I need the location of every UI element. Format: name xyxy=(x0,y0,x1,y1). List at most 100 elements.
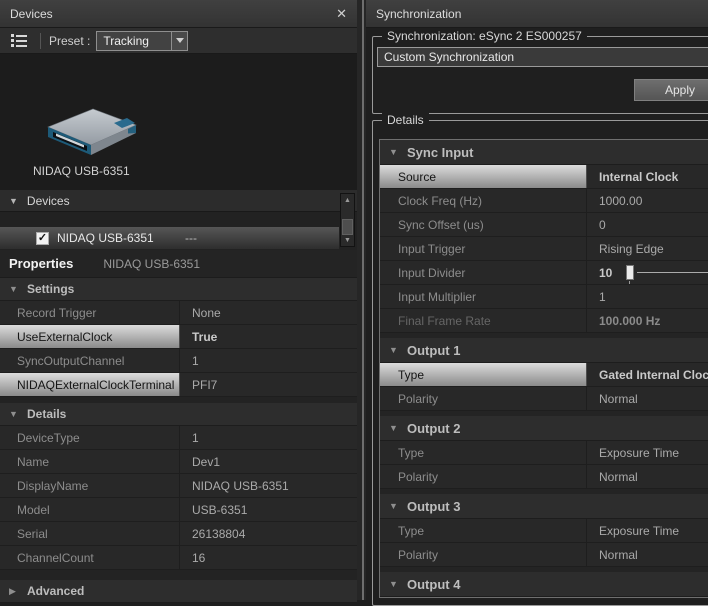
property-label-displayname[interactable]: DisplayName xyxy=(0,474,180,497)
scroll-down-button[interactable]: ▼ xyxy=(341,234,354,246)
apply-button[interactable]: Apply xyxy=(634,79,708,101)
input-divider-slider[interactable] xyxy=(626,261,708,284)
property-row-serial[interactable]: Serial 26138804 xyxy=(0,522,357,546)
property-value-polarity[interactable]: Normal xyxy=(587,387,708,410)
devices-list-scrollbar[interactable]: ▲ ▼ xyxy=(340,193,355,247)
property-value-polarity[interactable]: Normal xyxy=(587,543,708,566)
property-row-displayname[interactable]: DisplayNameNIDAQ USB-6351 xyxy=(0,474,357,498)
property-label-useexternalclock[interactable]: UseExternalClock xyxy=(0,325,180,348)
device-list-body: ✓ NIDAQ USB-6351 --- xyxy=(0,212,357,250)
property-row-input-multiplier[interactable]: Input Multiplier1 xyxy=(380,285,708,309)
preset-dropdown[interactable]: Tracking xyxy=(96,31,188,51)
property-row-record-trigger[interactable]: Record TriggerNone xyxy=(0,301,357,325)
property-row-final-frame-rate[interactable]: Final Frame Rate100.000 Hz xyxy=(380,309,708,333)
device-enabled-checkbox[interactable]: ✓ xyxy=(36,232,49,245)
property-value-type[interactable]: Exposure Time xyxy=(587,519,708,542)
property-label-devicetype[interactable]: DeviceType xyxy=(0,426,180,449)
property-label-model[interactable]: Model xyxy=(0,498,180,521)
section-header-output-3[interactable]: ▼Output 3 xyxy=(380,494,708,519)
property-row-polarity[interactable]: PolarityNormal xyxy=(380,543,708,567)
device-list-view-button[interactable] xyxy=(6,31,32,51)
property-label-final-frame-rate[interactable]: Final Frame Rate xyxy=(380,309,587,332)
property-value-text: Gated Internal Clock xyxy=(599,368,708,382)
section-output-2: ▼Output 2TypeExposure TimePolarityNormal xyxy=(380,416,708,489)
property-row-devicetype[interactable]: DeviceType1 xyxy=(0,426,357,450)
property-value-type[interactable]: Gated Internal Clock xyxy=(587,363,708,386)
property-label-record-trigger[interactable]: Record Trigger xyxy=(0,301,180,324)
property-label-sync-offset-us[interactable]: Sync Offset (us) xyxy=(380,213,587,236)
chevron-down-icon[interactable] xyxy=(171,32,187,50)
property-row-useexternalclock[interactable]: UseExternalClockTrue xyxy=(0,325,357,349)
property-row-polarity[interactable]: PolarityNormal xyxy=(380,465,708,489)
property-label-serial[interactable]: Serial xyxy=(0,522,180,545)
slider-handle[interactable] xyxy=(626,265,634,280)
property-value-syncoutputchannel[interactable]: 1 xyxy=(180,349,357,372)
panel-splitter[interactable] xyxy=(357,0,366,600)
property-row-channelcount[interactable]: ChannelCount16 xyxy=(0,546,357,570)
property-row-sync-offset-us[interactable]: Sync Offset (us)0 xyxy=(380,213,708,237)
property-value-input-trigger[interactable]: Rising Edge xyxy=(587,237,708,260)
property-label-polarity[interactable]: Polarity xyxy=(380,387,587,410)
property-label-channelcount[interactable]: ChannelCount xyxy=(0,546,180,569)
property-value-nidaqexternalclockterminal[interactable]: PFI7 xyxy=(180,373,357,396)
section-header-output-4[interactable]: ▼Output 4 xyxy=(380,572,708,597)
section-header-output-1[interactable]: ▼Output 1 xyxy=(380,338,708,363)
property-value-devicetype[interactable]: 1 xyxy=(180,426,357,449)
property-label-nidaqexternalclockterminal[interactable]: NIDAQExternalClockTerminal xyxy=(0,373,180,396)
property-row-nidaqexternalclockterminal[interactable]: NIDAQExternalClockTerminalPFI7 xyxy=(0,373,357,397)
property-label-input-trigger[interactable]: Input Trigger xyxy=(380,237,587,260)
property-row-clock-freq-hz[interactable]: Clock Freq (Hz)1000.00 xyxy=(380,189,708,213)
device-list-group-header[interactable]: ▼ Devices xyxy=(0,190,357,212)
property-value-input-multiplier[interactable]: 1 xyxy=(587,285,708,308)
property-label-source[interactable]: Source xyxy=(380,165,587,188)
property-row-polarity[interactable]: PolarityNormal xyxy=(380,387,708,411)
property-label-type[interactable]: Type xyxy=(380,519,587,542)
property-label-input-multiplier[interactable]: Input Multiplier xyxy=(380,285,587,308)
devices-panel-title: Devices xyxy=(10,7,53,21)
property-value-text: USB-6351 xyxy=(192,503,247,517)
property-label-type[interactable]: Type xyxy=(380,441,587,464)
sync-type-dropdown[interactable]: Custom Synchronization xyxy=(377,47,708,67)
property-row-type[interactable]: TypeExposure Time xyxy=(380,441,708,465)
property-row-input-divider[interactable]: Input Divider10 xyxy=(380,261,708,285)
property-label-name[interactable]: Name xyxy=(0,450,180,473)
property-value-model[interactable]: USB-6351 xyxy=(180,498,357,521)
property-value-source[interactable]: Internal Clock xyxy=(587,165,708,188)
details-groupbox-legend: Details xyxy=(382,113,429,127)
property-value-text: Exposure Time xyxy=(599,524,679,538)
property-label-polarity[interactable]: Polarity xyxy=(380,543,587,566)
property-value-serial[interactable]: 26138804 xyxy=(180,522,357,545)
property-value-input-divider[interactable]: 10 xyxy=(587,261,708,284)
property-value-sync-offset-us[interactable]: 0 xyxy=(587,213,708,236)
property-row-source[interactable]: SourceInternal Clock xyxy=(380,165,708,189)
section-header-settings[interactable]: ▼Settings xyxy=(0,278,357,301)
device-list-row[interactable]: ✓ NIDAQ USB-6351 --- xyxy=(0,227,339,249)
property-value-useexternalclock[interactable]: True xyxy=(180,325,357,348)
property-value-text: 26138804 xyxy=(192,527,245,541)
property-row-input-trigger[interactable]: Input TriggerRising Edge xyxy=(380,237,708,261)
scroll-up-button[interactable]: ▲ xyxy=(341,194,354,206)
property-label-syncoutputchannel[interactable]: SyncOutputChannel xyxy=(0,349,180,372)
section-header-details[interactable]: ▼Details xyxy=(0,403,357,426)
property-value-displayname[interactable]: NIDAQ USB-6351 xyxy=(180,474,357,497)
property-row-type[interactable]: Type Gated Internal Clock xyxy=(380,363,708,387)
property-value-polarity[interactable]: Normal xyxy=(587,465,708,488)
property-row-name[interactable]: NameDev1 xyxy=(0,450,357,474)
property-value-final-frame-rate[interactable]: 100.000 Hz xyxy=(587,309,708,332)
property-row-syncoutputchannel[interactable]: SyncOutputChannel1 xyxy=(0,349,357,373)
property-label-type[interactable]: Type xyxy=(380,363,587,386)
property-value-clock-freq-hz[interactable]: 1000.00 xyxy=(587,189,708,212)
property-value-record-trigger[interactable]: None xyxy=(180,301,357,324)
property-value-name[interactable]: Dev1 xyxy=(180,450,357,473)
property-value-type[interactable]: Exposure Time xyxy=(587,441,708,464)
property-row-type[interactable]: Type Exposure Time xyxy=(380,519,708,543)
property-label-polarity[interactable]: Polarity xyxy=(380,465,587,488)
section-header-sync-input[interactable]: ▼Sync Input xyxy=(380,140,708,165)
property-label-input-divider[interactable]: Input Divider xyxy=(380,261,587,284)
property-row-model[interactable]: Model USB-6351 xyxy=(0,498,357,522)
section-header-output-2[interactable]: ▼Output 2 xyxy=(380,416,708,441)
close-icon[interactable]: ✕ xyxy=(336,7,347,20)
property-label-clock-freq-hz[interactable]: Clock Freq (Hz) xyxy=(380,189,587,212)
property-value-channelcount[interactable]: 16 xyxy=(180,546,357,569)
scrollbar-thumb[interactable] xyxy=(342,219,353,235)
